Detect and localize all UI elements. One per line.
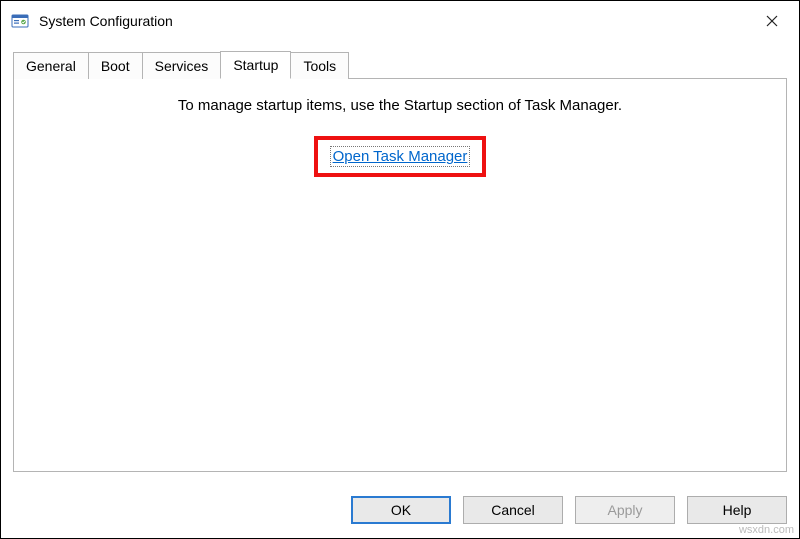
help-button[interactable]: Help (687, 496, 787, 524)
close-button[interactable] (749, 6, 795, 36)
tab-startup[interactable]: Startup (220, 51, 291, 79)
ok-button[interactable]: OK (351, 496, 451, 524)
apply-button: Apply (575, 496, 675, 524)
tab-general[interactable]: General (13, 52, 89, 79)
cancel-button[interactable]: Cancel (463, 496, 563, 524)
content: General Boot Services Startup Tools To m… (1, 41, 799, 484)
startup-info-text: To manage startup items, use the Startup… (24, 97, 776, 114)
tabs: General Boot Services Startup Tools (13, 51, 787, 78)
window-title: System Configuration (39, 13, 749, 29)
msconfig-icon (11, 12, 29, 30)
tab-panel-startup: To manage startup items, use the Startup… (13, 78, 787, 472)
tab-boot[interactable]: Boot (88, 52, 143, 79)
watermark: wsxdn.com (739, 524, 794, 536)
close-icon (766, 15, 778, 27)
highlight-annotation: Open Task Manager (314, 136, 487, 177)
tab-services[interactable]: Services (142, 52, 222, 79)
open-task-manager-link[interactable]: Open Task Manager (332, 148, 469, 165)
dialog-buttons: OK Cancel Apply Help (1, 484, 799, 538)
tab-tools[interactable]: Tools (290, 52, 349, 79)
titlebar: System Configuration (1, 1, 799, 41)
